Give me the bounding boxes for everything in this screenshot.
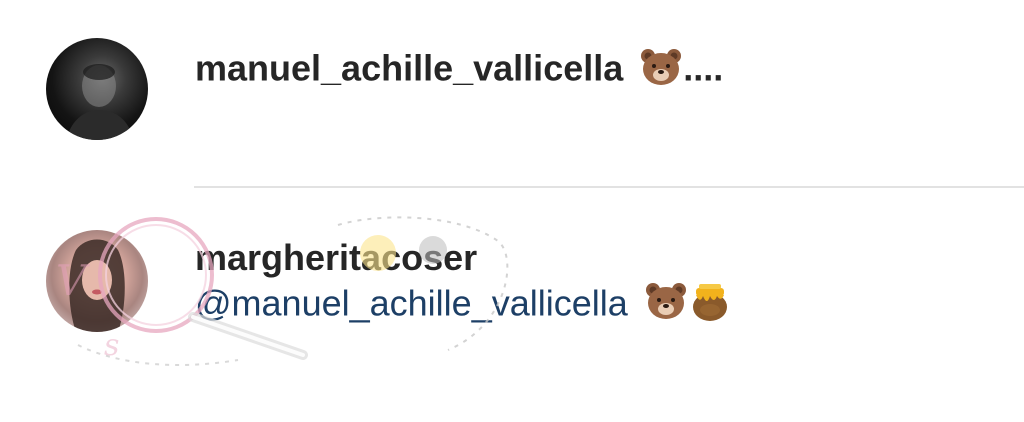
comment-thread: manuel_achille_vallicella .... margherit… xyxy=(0,0,1024,422)
mention-link[interactable]: @manuel_achille_vallicella xyxy=(195,283,628,324)
comment-divider xyxy=(194,186,1024,188)
comment-text: @manuel_achille_vallicella xyxy=(195,280,730,332)
bear-face-emoji-icon xyxy=(644,281,688,331)
comment-username[interactable]: manuel_achille_vallicella .... xyxy=(195,47,723,95)
comment-username[interactable]: margheritacoser xyxy=(195,238,477,278)
comment-item: margheritacoser @manuel_achille_vallicel… xyxy=(0,190,1024,422)
trailing-text: .... xyxy=(683,47,724,89)
bear-face-emoji-icon xyxy=(639,47,683,95)
comment-item: manuel_achille_vallicella .... xyxy=(0,0,1024,186)
avatar[interactable] xyxy=(46,230,148,332)
avatar-photo xyxy=(69,239,125,332)
username-text[interactable]: manuel_achille_vallicella xyxy=(195,48,623,89)
avatar-photo xyxy=(66,64,134,140)
honey-pot-emoji-icon xyxy=(690,280,730,332)
avatar[interactable] xyxy=(46,38,148,140)
